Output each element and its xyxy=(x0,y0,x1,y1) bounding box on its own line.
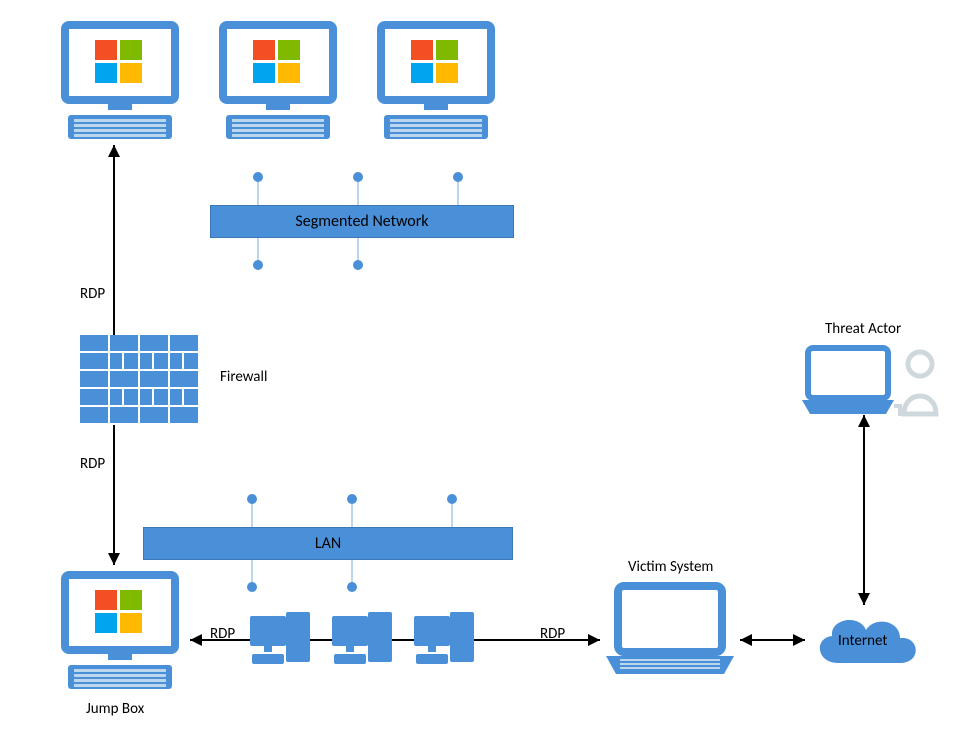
laptop-icon xyxy=(600,580,740,680)
firewall-icon xyxy=(80,335,200,425)
rdp-label-lower: RDP xyxy=(80,455,105,473)
net-dot xyxy=(447,494,457,504)
net-stem xyxy=(351,502,353,527)
net-stem xyxy=(257,180,259,205)
internet-label: Internet xyxy=(838,632,887,650)
net-dot xyxy=(247,494,257,504)
workstation-icon xyxy=(330,608,400,673)
net-stem xyxy=(357,180,359,205)
segmented-network-bar: Segmented Network xyxy=(210,205,514,238)
windows-pc-icon xyxy=(60,20,180,145)
net-dot xyxy=(347,494,357,504)
victim-system-label: Victim System xyxy=(628,558,713,576)
net-stem xyxy=(251,502,253,527)
net-dot xyxy=(253,260,263,270)
threat-actor-icon xyxy=(800,340,950,435)
lan-bar: LAN xyxy=(143,527,513,560)
segmented-pc-2 xyxy=(218,20,338,150)
net-stem xyxy=(457,180,459,205)
segmented-network-label: Segmented Network xyxy=(210,205,514,238)
net-dot xyxy=(353,260,363,270)
segmented-pc-1 xyxy=(60,20,180,150)
threat-actor-label: Threat Actor xyxy=(825,320,901,338)
jump-box-pc xyxy=(60,570,180,700)
windows-pc-icon xyxy=(60,570,180,695)
net-dot xyxy=(253,172,263,182)
net-stem xyxy=(451,502,453,527)
rdp-label-h1: RDP xyxy=(210,625,235,643)
workstation-icon xyxy=(248,608,318,673)
net-dot xyxy=(247,582,257,592)
rdp-label-upper: RDP xyxy=(80,285,105,303)
workstation-icon xyxy=(412,608,482,673)
net-dot xyxy=(453,172,463,182)
laptop-user-icon xyxy=(800,340,950,430)
net-dot xyxy=(353,172,363,182)
segmented-pc-3 xyxy=(376,20,496,150)
rdp-label-h2: RDP xyxy=(540,625,565,643)
jump-box-label: Jump Box xyxy=(86,700,144,718)
windows-pc-icon xyxy=(376,20,496,145)
lan-workstation-2 xyxy=(330,608,400,678)
net-dot xyxy=(347,582,357,592)
lan-workstation-3 xyxy=(412,608,482,678)
windows-pc-icon xyxy=(218,20,338,145)
lan-label: LAN xyxy=(143,527,513,560)
victim-system-laptop xyxy=(600,580,740,685)
lan-workstation-1 xyxy=(248,608,318,678)
firewall-label: Firewall xyxy=(220,368,267,386)
